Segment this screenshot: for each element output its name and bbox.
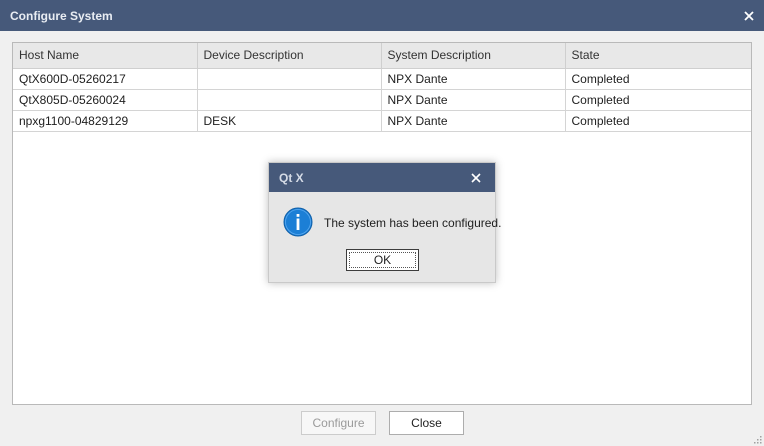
cell-device-description <box>197 68 382 90</box>
close-icon <box>471 172 481 183</box>
cell-state: Completed <box>565 110 751 132</box>
cell-system-description: NPX Dante <box>381 89 566 111</box>
window-titlebar: Configure System <box>0 0 764 31</box>
cell-system-description: NPX Dante <box>381 110 566 132</box>
table-row[interactable]: QtX600D-05260217 NPX Dante Completed <box>13 68 751 90</box>
cell-state: Completed <box>565 89 751 111</box>
cell-host-name: npxg1100-04829129 <box>13 110 198 132</box>
column-header-state[interactable]: State <box>565 43 751 69</box>
close-button[interactable]: Close <box>389 411 464 435</box>
dialog-titlebar: Qt X <box>269 163 495 192</box>
column-header-host-name[interactable]: Host Name <box>13 43 198 69</box>
configure-button[interactable]: Configure <box>301 411 376 435</box>
info-dialog: Qt X The system has been configured. OK <box>268 162 501 284</box>
hosts-table: Host Name Device Description System Desc… <box>13 43 751 132</box>
cell-state: Completed <box>565 68 751 90</box>
dialog-close-button[interactable] <box>457 163 495 192</box>
cell-device-description <box>197 89 382 111</box>
table-row[interactable]: QtX805D-05260024 NPX Dante Completed <box>13 89 751 111</box>
table-row[interactable]: npxg1100-04829129 DESK NPX Dante Complet… <box>13 110 751 132</box>
resize-grip-icon[interactable] <box>752 434 762 444</box>
table-header-row: Host Name Device Description System Desc… <box>13 43 751 69</box>
cell-host-name: QtX600D-05260217 <box>13 68 198 90</box>
dialog-message: The system has been configured. <box>324 216 502 230</box>
cell-system-description: NPX Dante <box>381 68 566 90</box>
dialog-body: The system has been configured. OK <box>269 192 501 284</box>
info-icon <box>283 207 313 237</box>
button-bar: Configure Close <box>0 411 764 435</box>
close-icon <box>744 10 754 21</box>
cell-host-name: QtX805D-05260024 <box>13 89 198 111</box>
focus-rect <box>349 252 416 268</box>
column-header-system-description[interactable]: System Description <box>381 43 566 69</box>
cell-device-description: DESK <box>197 110 382 132</box>
window-close-button[interactable] <box>734 0 764 31</box>
ok-button[interactable]: OK <box>346 249 419 271</box>
window-title: Configure System <box>10 8 113 23</box>
dialog-title: Qt X <box>279 170 304 185</box>
column-header-device-description[interactable]: Device Description <box>197 43 382 69</box>
